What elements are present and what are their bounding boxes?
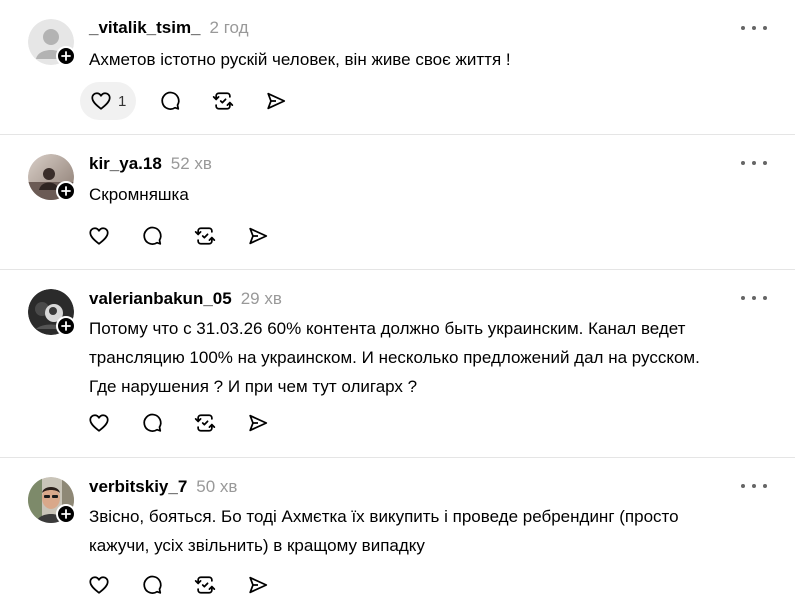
reply-button[interactable] — [151, 82, 189, 120]
follow-button[interactable] — [56, 504, 76, 524]
like-button[interactable] — [80, 404, 118, 442]
send-icon — [267, 92, 286, 110]
more-horizontal-icon — [741, 296, 745, 300]
reply-button[interactable] — [133, 217, 171, 255]
comment-text: Скромняшка — [89, 185, 189, 204]
like-button[interactable] — [80, 566, 118, 604]
comment-header: verbitskiy_7 50 хв — [89, 477, 237, 497]
comment-text-line: кажучи, усіх звільнить) в кращому випадк… — [89, 536, 425, 555]
heart-icon — [89, 227, 109, 245]
comment-text-line: трансляцию 100% на украинском. И несколь… — [89, 348, 700, 367]
more-options-button[interactable] — [741, 20, 767, 36]
plus-icon — [61, 509, 71, 519]
comment: valerianbakun_05 29 хв Потому что с 31.0… — [0, 270, 795, 457]
comment-text: Звісно, бояться. Бо тоді Ахмєтка їх вику… — [89, 502, 779, 560]
comment-header: _vitalik_tsim_ 2 год — [89, 18, 249, 38]
username[interactable]: _vitalik_tsim_ — [89, 18, 201, 38]
plus-icon — [61, 51, 71, 61]
action-bar: 1 — [80, 82, 310, 120]
send-icon — [249, 576, 268, 594]
share-button[interactable] — [257, 82, 295, 120]
speech-bubble-icon — [161, 91, 180, 110]
username[interactable]: valerianbakun_05 — [89, 289, 232, 309]
timestamp[interactable]: 29 хв — [241, 289, 282, 309]
action-bar — [80, 217, 292, 255]
like-button[interactable] — [80, 217, 118, 255]
send-icon — [249, 227, 268, 245]
share-button[interactable] — [239, 217, 277, 255]
comment: kir_ya.18 52 хв Скромняшка — [0, 135, 795, 269]
repost-icon — [194, 414, 216, 432]
send-icon — [249, 414, 268, 432]
avatar-container[interactable] — [28, 154, 76, 201]
username[interactable]: verbitskiy_7 — [89, 477, 187, 497]
heart-icon — [89, 414, 109, 432]
plus-icon — [61, 186, 71, 196]
share-button[interactable] — [239, 566, 277, 604]
avatar-container[interactable] — [28, 289, 76, 336]
action-bar — [80, 404, 292, 442]
comment-header: valerianbakun_05 29 хв — [89, 289, 282, 309]
share-button[interactable] — [239, 404, 277, 442]
comment-header: kir_ya.18 52 хв — [89, 154, 212, 174]
more-horizontal-icon — [741, 484, 745, 488]
repost-button[interactable] — [204, 82, 242, 120]
more-options-button[interactable] — [741, 478, 767, 494]
like-count: 1 — [118, 92, 127, 110]
follow-button[interactable] — [56, 46, 76, 66]
action-bar — [80, 566, 292, 604]
repost-button[interactable] — [186, 566, 224, 604]
more-horizontal-icon — [741, 161, 745, 165]
more-options-button[interactable] — [741, 155, 767, 171]
avatar-container[interactable] — [28, 477, 76, 524]
repost-icon — [194, 227, 216, 245]
avatar-container[interactable] — [28, 19, 76, 66]
comment-text: Ахметов істотно рускій человек, він живе… — [89, 50, 511, 69]
speech-bubble-icon — [143, 413, 162, 432]
heart-icon — [91, 92, 111, 110]
speech-bubble-icon — [143, 575, 162, 594]
repost-icon — [194, 576, 216, 594]
more-horizontal-icon — [741, 26, 745, 30]
follow-button[interactable] — [56, 316, 76, 336]
comment-text: Потому что с 31.03.26 60% контента должн… — [89, 314, 779, 401]
comment-text-line: Где нарушения ? И при чем тут олигарх ? — [89, 377, 418, 396]
repost-icon — [213, 92, 234, 110]
follow-button[interactable] — [56, 181, 76, 201]
heart-icon — [89, 576, 109, 594]
comment-text-line: Звісно, бояться. Бо тоді Ахмєтка їх вику… — [89, 507, 679, 526]
timestamp[interactable]: 2 год — [210, 18, 249, 38]
speech-bubble-icon — [143, 226, 162, 245]
reply-button[interactable] — [133, 404, 171, 442]
more-options-button[interactable] — [741, 290, 767, 306]
repost-button[interactable] — [186, 404, 224, 442]
timestamp[interactable]: 50 хв — [196, 477, 237, 497]
comment-text-line: Потому что с 31.03.26 60% контента должн… — [89, 319, 686, 338]
like-button[interactable]: 1 — [80, 82, 137, 120]
comment: verbitskiy_7 50 хв Звісно, бояться. Бо т… — [0, 458, 795, 611]
comment: _vitalik_tsim_ 2 год Ахметов істотно рус… — [0, 0, 795, 134]
timestamp[interactable]: 52 хв — [171, 154, 212, 174]
username[interactable]: kir_ya.18 — [89, 154, 162, 174]
reply-button[interactable] — [133, 566, 171, 604]
plus-icon — [61, 321, 71, 331]
repost-button[interactable] — [186, 217, 224, 255]
